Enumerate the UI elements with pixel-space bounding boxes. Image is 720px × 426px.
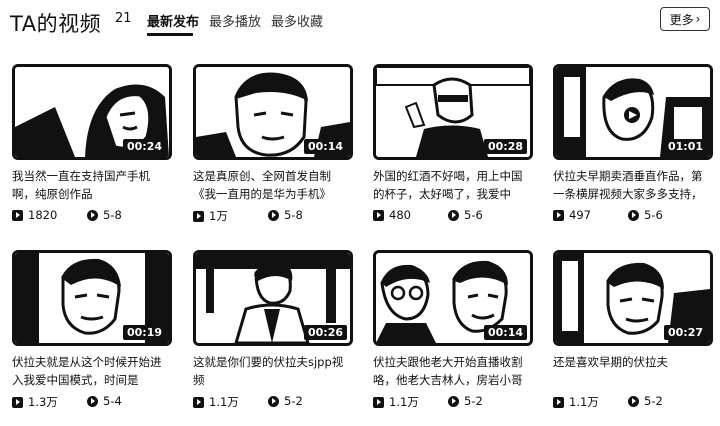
share-icon [268,395,279,407]
video-title[interactable]: 外国的红酒不好喝，用上中国的杯子，太好喝了，我爱中 [373,167,533,203]
more-button-label: 更多 [669,12,694,27]
video-thumbnail[interactable]: 00:14 [193,64,353,160]
play-count: 1.1万 [553,394,599,410]
play-count-value: 1.1万 [569,395,599,409]
share-count-value: 5-8 [103,208,122,222]
video-duration: 00:24 [122,139,166,154]
share-count: 5-8 [268,208,303,222]
video-thumbnail[interactable]: 00:14 [373,250,533,346]
section-title: TA的视频 [10,12,102,36]
play-count-value: 497 [569,208,591,222]
video-stats: 1820 5-8 [12,208,172,224]
share-count: 5-6 [448,208,483,222]
video-title[interactable]: 伏拉夫早期卖酒垂直作品，第一条横屏视频大家多多支持， [553,167,713,203]
video-card[interactable]: 00:26 这就是你们要的伏拉夫sjpp视频 1.1万 5-2 [193,250,353,425]
share-count: 5-2 [268,394,303,408]
chevron-right-icon: › [695,12,701,26]
video-thumbnail[interactable]: 01:01 [553,64,713,160]
play-count: 1820 [12,208,57,222]
share-icon [628,209,639,221]
play-count-value: 1820 [28,208,58,222]
video-thumbnail[interactable]: 00:27 [553,250,713,346]
share-count: 5-2 [628,394,663,408]
video-title[interactable]: 伏拉夫跟他老大开始直播收割咯，他老大吉林人，房岩小哥 [373,353,533,389]
play-count-value: 1.1万 [389,395,419,409]
video-title[interactable]: 我当然一直在支持国产手机啊，纯原创作品 [12,167,172,203]
share-count: 5-8 [87,208,122,222]
play-count-icon [373,209,384,221]
share-count: 5-6 [628,208,663,222]
share-count-value: 5-6 [644,208,663,222]
video-card[interactable]: 01:01 伏拉夫早期卖酒垂直作品，第一条横屏视频大家多多支持， 497 5-6 [553,64,713,239]
play-count-icon [553,209,564,221]
video-stats: 1.1万 5-2 [373,394,533,410]
tab-latest[interactable]: 最新发布 [147,11,199,30]
play-count-value: 1万 [209,209,228,223]
video-stats: 1.1万 5-2 [553,394,713,410]
video-duration: 00:14 [483,325,527,340]
video-card[interactable]: 00:19 伏拉夫就是从这个时候开始进入我爱中国模式，时间是 1.3万 5-4 [12,250,172,425]
video-stats: 480 5-6 [373,208,533,224]
play-count: 1万 [193,208,228,224]
video-title[interactable]: 这就是你们要的伏拉夫sjpp视频 [193,353,353,389]
tab-most-favorited[interactable]: 最多收藏 [271,11,323,30]
video-duration: 00:19 [122,325,166,340]
video-stats: 1.1万 5-2 [193,394,353,410]
play-count: 1.3万 [12,394,58,410]
video-count: 21 [115,11,132,26]
play-count: 1.1万 [373,394,419,410]
video-duration: 00:27 [663,325,707,340]
video-duration: 00:26 [303,325,347,340]
play-count: 497 [553,208,591,222]
share-count-value: 5-6 [464,208,483,222]
video-card[interactable]: 00:28 外国的红酒不好喝，用上中国的杯子，太好喝了，我爱中 480 5-6 [373,64,533,239]
play-count: 480 [373,208,411,222]
video-list-header: TA的视频 21 最新发布 最多播放 最多收藏 更多 › [0,0,720,44]
share-icon [87,209,98,221]
video-stats: 497 5-6 [553,208,713,224]
share-count: 5-2 [448,394,483,408]
video-card[interactable]: 00:27 还是喜欢早期的伏拉夫 1.1万 5-2 [553,250,713,425]
tab-most-played[interactable]: 最多播放 [209,11,261,30]
share-count-value: 5-2 [284,394,303,408]
video-thumbnail[interactable]: 00:19 [12,250,172,346]
share-icon [628,395,639,407]
play-count-icon [12,209,23,221]
share-icon [87,395,98,407]
share-count-value: 5-4 [103,394,122,408]
video-card[interactable]: 00:14 伏拉夫跟他老大开始直播收割咯，他老大吉林人，房岩小哥 1.1万 5-… [373,250,533,425]
share-count: 5-4 [87,394,122,408]
video-duration: 01:01 [663,139,707,154]
video-stats: 1.3万 5-4 [12,394,172,410]
share-count-value: 5-8 [284,208,303,222]
play-count-icon [193,210,204,222]
video-thumbnail[interactable]: 00:24 [12,64,172,160]
share-icon [268,209,279,221]
active-tab-indicator [147,33,193,36]
play-count-value: 480 [389,208,411,222]
play-count-icon [373,396,384,408]
video-card[interactable]: 00:14 这是真原创、全网首发自制《我一直用的是华为手机》 1万 5-8 [193,64,353,239]
video-duration: 00:14 [303,139,347,154]
video-title[interactable]: 伏拉夫就是从这个时候开始进入我爱中国模式，时间是 [12,353,172,389]
video-stats: 1万 5-8 [193,208,353,224]
play-count-value: 1.3万 [28,395,58,409]
video-thumbnail[interactable]: 00:28 [373,64,533,160]
share-count-value: 5-2 [644,394,663,408]
play-count-icon [193,396,204,408]
play-count-icon [12,396,23,408]
video-title[interactable]: 这是真原创、全网首发自制《我一直用的是华为手机》 [193,167,353,203]
share-icon [448,395,459,407]
video-card[interactable]: 00:24 我当然一直在支持国产手机啊，纯原创作品 1820 5-8 [12,64,172,239]
video-title[interactable]: 还是喜欢早期的伏拉夫 [553,353,713,389]
share-icon [448,209,459,221]
video-duration: 00:28 [483,139,527,154]
video-thumbnail[interactable]: 00:26 [193,250,353,346]
play-count: 1.1万 [193,394,239,410]
share-count-value: 5-2 [464,394,483,408]
more-button[interactable]: 更多 › [660,7,710,31]
play-count-icon [553,396,564,408]
play-count-value: 1.1万 [209,395,239,409]
